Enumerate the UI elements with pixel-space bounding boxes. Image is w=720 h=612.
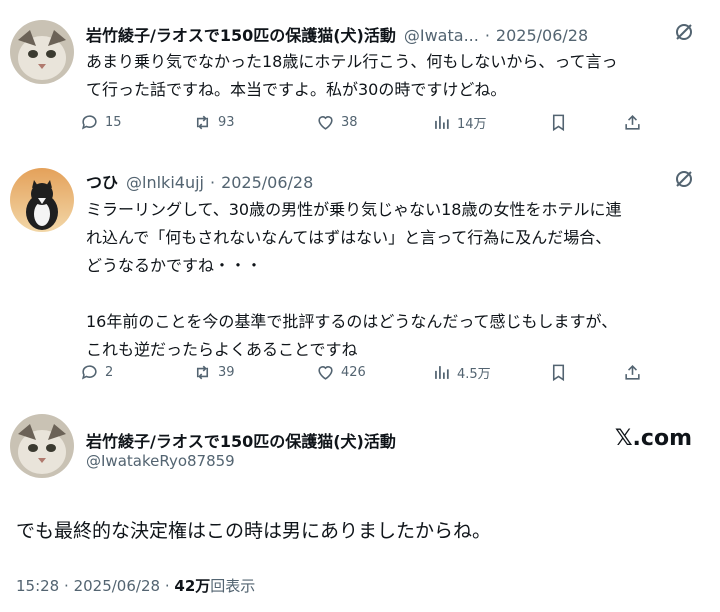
views-button[interactable]: 14万 [432,113,487,132]
views-icon [435,366,449,379]
like-count: 38 [341,115,358,130]
separator: · [64,577,69,595]
author-handle[interactable]: @Iwata... [404,26,479,45]
reply-button[interactable]: 2 [80,363,113,382]
tweet-date[interactable]: 2025/06/28 [74,577,160,595]
x-logo: 𝕏.com [614,426,692,451]
separator: · [209,173,216,192]
author-handle[interactable]: @lnlki4ujj [126,173,204,192]
like-button[interactable]: 38 [316,113,358,132]
like-icon [318,366,333,380]
reply-count: 2 [105,365,114,380]
tweet-text-line: あまり乗り気でなかった18歳にホテル行こう、何もしないから、って言っ [86,52,618,71]
views-count: 14万 [457,117,487,132]
author-name[interactable]: つひ [86,169,118,193]
like-button[interactable]: 426 [316,363,366,382]
like-icon [318,116,333,130]
retweet-count: 39 [218,365,235,380]
separator: · [164,577,170,595]
reply-icon [81,115,97,130]
share-icon [625,115,640,130]
action-bar: 2 39 426 4.5万 [80,363,660,387]
retweet-button[interactable]: 93 [193,113,235,132]
share-icon [625,365,640,380]
bookmark-icon [552,364,565,382]
retweet-count: 93 [218,115,235,130]
views-count: 42万 [174,577,211,595]
tweet-text-line: ミラーリングして、30歳の男性が乗り気じゃない18歳の女性をホテルに連 [86,200,622,219]
tweet-text-line: れ込んで「何もされないなんてはずはない」と言って行為に及んだ場合、 [86,228,612,247]
bookmark-button[interactable] [549,363,574,382]
author-name[interactable]: 岩竹綾子/ラオスで150匹の保護猫(犬)活動 [86,428,396,452]
author-handle[interactable]: @IwatakeRyo87859 [86,452,235,470]
tweet-text-line: これも逆だったらよくあることですね [86,340,358,359]
tweet-text-line: 16年前のことを今の基準で批評するのはどうなんだって感じもしますが、 [86,312,618,331]
avatar[interactable] [10,168,74,232]
views-count: 4.5万 [457,367,491,382]
separator: · [484,26,490,45]
retweet-button[interactable]: 39 [193,363,235,382]
action-bar: 15 93 38 14万 [80,113,660,137]
bookmark-icon [552,114,565,132]
reply-count: 15 [105,115,122,130]
tweet-text-line [86,280,706,308]
tweet-meta: 15:28 · 2025/06/28 · 42万回表示 [16,575,255,596]
views-button[interactable]: 4.5万 [432,363,491,382]
avatar[interactable] [10,20,74,84]
tweet-text: でも最終的な決定権はこの時は男にありましたからね。 [16,520,492,542]
author-name[interactable]: 岩竹綾子/ラオスで150匹の保護猫(犬)活動 [86,22,396,46]
tweet-text-line: どうなるかですね・・・ [86,256,263,275]
like-count: 426 [341,365,366,380]
grok-icon[interactable] [674,169,694,193]
tweet-text-line: て行った話ですね。本当ですよ。私が30の時ですけどね。 [86,80,507,99]
tweet-date[interactable]: 2025/06/28 [221,173,313,192]
bookmark-button[interactable] [549,113,574,132]
retweet-icon [196,115,209,130]
tweet-date[interactable]: 2025/06/28 [496,26,588,45]
avatar[interactable] [10,414,74,478]
share-button[interactable] [623,113,648,132]
tweet-time[interactable]: 15:28 [16,577,59,595]
reply-icon [81,365,97,380]
views-label: 回表示 [210,577,256,595]
grok-icon[interactable] [674,22,694,46]
views-icon [435,116,449,129]
reply-button[interactable]: 15 [80,113,122,132]
retweet-icon [196,365,209,380]
share-button[interactable] [623,363,648,382]
